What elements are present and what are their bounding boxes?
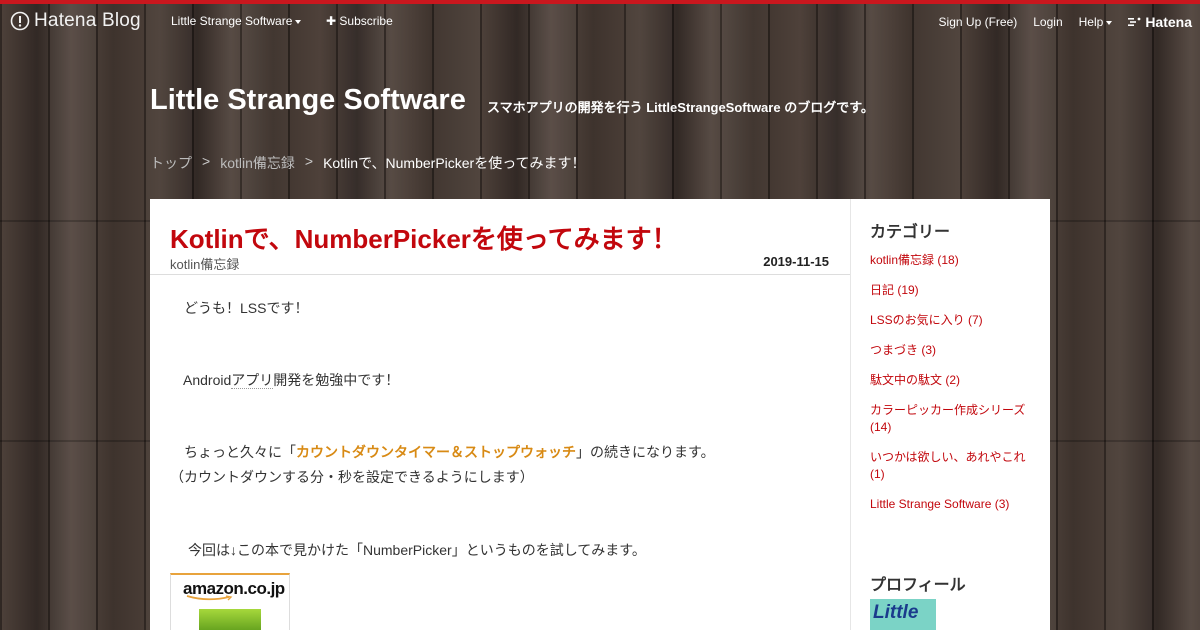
subscribe-label: Subscribe — [339, 14, 393, 28]
help-dropdown[interactable]: Help — [1079, 15, 1113, 29]
countdown-timer-link[interactable]: カウントダウンタイマー＆ストップウォッチ — [296, 444, 576, 460]
body-text: 」の続きになります。 — [576, 444, 715, 460]
blog-menu-label: Little Strange Software — [171, 14, 293, 28]
category-item[interactable]: Little Strange Software (3) — [870, 496, 1040, 513]
caret-down-icon — [1106, 20, 1113, 25]
caret-down-icon — [295, 19, 302, 24]
amazon-product-card[interactable]: amazon.co.jp — [170, 573, 290, 630]
hatena-logo[interactable]: Hatena — [1128, 14, 1192, 30]
categories-heading: カテゴリー — [870, 224, 951, 241]
category-item[interactable]: 日記 (19) — [870, 282, 1040, 299]
blog-description: スマホアプリの開発を行う LittleStrangeSoftware のブログで… — [487, 100, 874, 115]
keyword-app-link[interactable]: アプリ — [231, 372, 274, 389]
profile-avatar[interactable]: Little — [870, 599, 936, 630]
entry-divider — [150, 274, 850, 275]
entry-date[interactable]: 2019-11-15 — [763, 254, 829, 269]
breadcrumb: トップ > kotlin備忘録 > Kotlinで、NumberPickerを使… — [150, 153, 586, 173]
breadcrumb-category-link[interactable]: kotlin備忘録 — [220, 153, 295, 173]
category-item[interactable]: つまづき (3) — [870, 342, 1040, 359]
category-list: kotlin備忘録 (18) 日記 (19) LSSのお気に入り (7) つまづ… — [870, 252, 1040, 526]
category-item[interactable]: kotlin備忘録 (18) — [870, 252, 1040, 269]
breadcrumb-separator: > — [202, 153, 211, 169]
amazon-smile-icon — [186, 595, 233, 601]
category-item[interactable]: 駄文中の駄文 (2) — [870, 372, 1040, 389]
global-header: Hatena Blog Little Strange Software ✚ Su… — [0, 4, 1200, 40]
login-link[interactable]: Login — [1033, 15, 1062, 29]
entry-title[interactable]: Kotlinで、NumberPickerを使ってみます！ — [170, 219, 678, 256]
plus-icon: ✚ — [326, 14, 337, 28]
book-cover-image — [199, 609, 261, 630]
subscribe-button[interactable]: ✚ Subscribe — [326, 14, 393, 28]
hatena-blog-circle-icon — [10, 11, 30, 31]
entry-category-link[interactable]: kotlin備忘録 — [170, 254, 239, 273]
keyword-android: Android — [183, 372, 232, 388]
sidebar: カテゴリー kotlin備忘録 (18) 日記 (19) LSSのお気に入り (… — [850, 199, 1050, 630]
body-line-greeting: どうも！LSSです！ — [184, 300, 309, 316]
breadcrumb-separator: > — [304, 153, 314, 169]
breadcrumb-current: Kotlinで、NumberPickerを使ってみます！ — [323, 155, 586, 171]
help-label: Help — [1078, 15, 1104, 29]
category-item[interactable]: LSSのお気に入り (7) — [870, 312, 1040, 329]
hatena-logo-text: Hatena — [1145, 14, 1192, 30]
body-text: ちょっと久々に「 — [184, 444, 296, 460]
signup-link[interactable]: Sign Up (Free) — [939, 15, 1018, 29]
body-line-studying: Androidアプリ開発を勉強中です！ — [183, 370, 399, 390]
category-item[interactable]: いつかは欲しい、あれやこれ (1) — [870, 449, 1040, 483]
profile-heading: プロフィール — [870, 577, 966, 594]
blog-title[interactable]: Little Strange Software — [150, 84, 466, 117]
global-right-menu: Sign Up (Free) Login Help Hatena — [939, 14, 1192, 30]
hatena-logo-icon — [1128, 17, 1141, 26]
breadcrumb-top-link[interactable]: トップ — [150, 153, 192, 173]
body-line-studying-rest: 開発を勉強中です！ — [273, 372, 400, 388]
hatena-blog-logo[interactable]: Hatena Blog — [10, 10, 141, 32]
entry-panel: Kotlinで、NumberPickerを使ってみます！ kotlin備忘録 2… — [150, 199, 850, 630]
body-line-numberpicker: 今回は↓この本で見かけた「NumberPicker」というものを試してみます。 — [188, 542, 646, 558]
blog-menu-dropdown[interactable]: Little Strange Software — [171, 14, 302, 28]
body-line-note: （カウントダウンする分・秒を設定できるようにします） — [170, 469, 534, 485]
body-line-continuation: ちょっと久々に「カウントダウンタイマー＆ストップウォッチ」の続きになります。 — [184, 442, 715, 462]
hatena-blog-logo-text: Hatena Blog — [34, 10, 141, 31]
category-item[interactable]: カラーピッカー作成シリーズ (14) — [870, 402, 1040, 436]
